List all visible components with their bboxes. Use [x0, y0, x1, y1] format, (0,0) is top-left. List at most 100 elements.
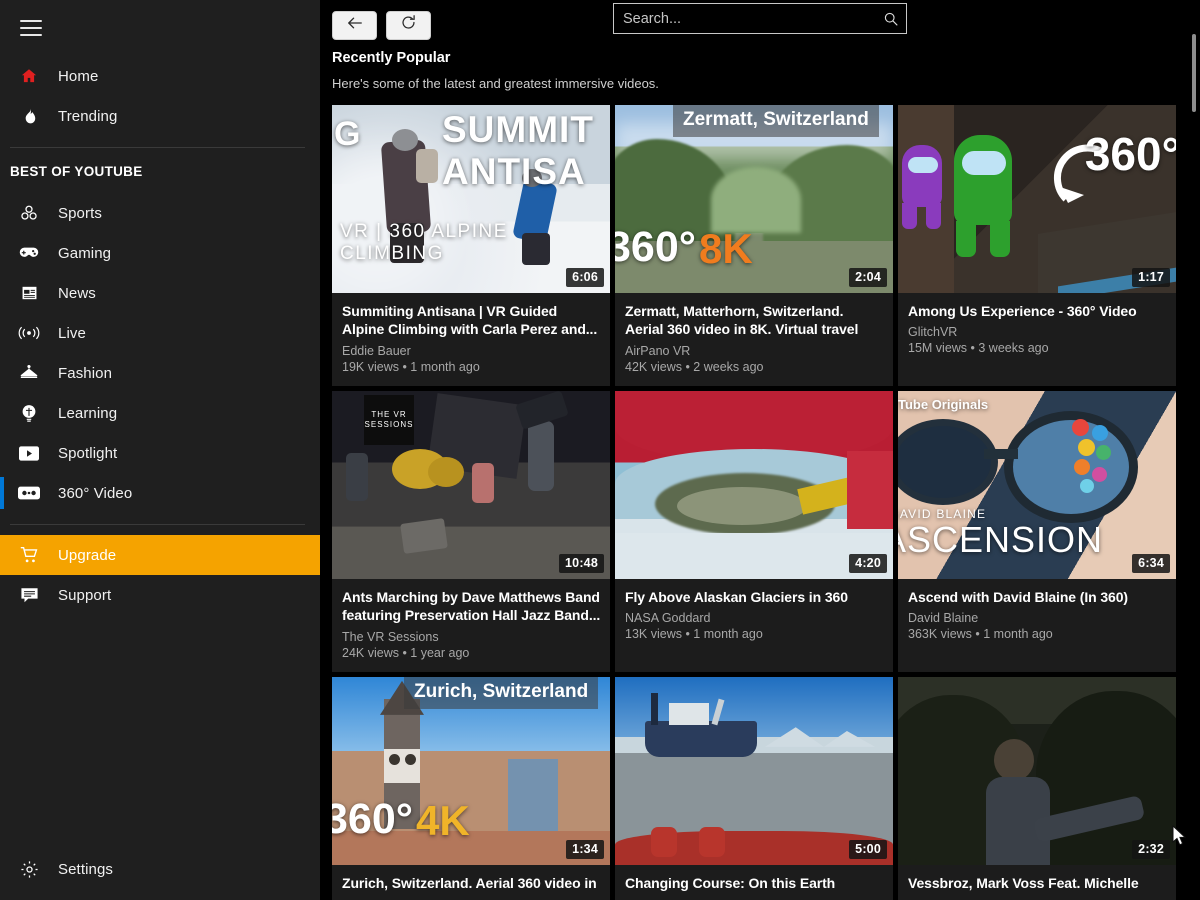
- video-duration: 1:17: [1132, 268, 1170, 287]
- back-button[interactable]: [332, 10, 377, 40]
- cart-icon: [10, 543, 48, 567]
- sidebar: Home Trending BEST OF YOUTUBE Sports Gam…: [0, 0, 320, 900]
- video-thumbnail[interactable]: 5:00: [615, 676, 893, 865]
- video-card[interactable]: 360° 1:17 Among Us Experience - 360° Vid…: [898, 105, 1176, 386]
- sidebar-item-label: Spotlight: [58, 444, 118, 462]
- video-card[interactable]: Zermatt, Switzerland 360° 8K 2:04 Zermat…: [615, 105, 893, 386]
- live-icon: [10, 321, 48, 345]
- flame-icon: [10, 104, 48, 128]
- sports-icon: [10, 201, 48, 225]
- thumbnail-overlay-resolution: 360°: [615, 223, 696, 271]
- thumbnail-overlay-title: SUMMIT: [442, 109, 594, 150]
- video-channel: David Blaine: [908, 611, 979, 626]
- video-channel: The VR Sessions: [342, 629, 439, 644]
- sidebar-item-trending[interactable]: Trending: [0, 96, 320, 136]
- video-thumbnail[interactable]: G SUMMIT ANTISA VR | 360 ALPINE CLIMBING…: [332, 105, 610, 293]
- video-card[interactable]: Zurich, Switzerland 360° 4K 1:34 Zurich,…: [332, 676, 610, 900]
- sidebar-item-fashion[interactable]: Fashion: [0, 353, 320, 393]
- video-meta: Zermatt, Matterhorn, Switzerland. Aerial…: [615, 293, 893, 386]
- sidebar-item-360-video[interactable]: 360° Video: [0, 473, 320, 513]
- video-thumbnail[interactable]: Zermatt, Switzerland 360° 8K 2:04: [615, 105, 893, 293]
- video-meta: Ascend with David Blaine (In 360) David …: [898, 579, 1176, 653]
- sidebar-item-settings[interactable]: Settings: [0, 849, 320, 889]
- sidebar-item-home[interactable]: Home: [0, 56, 320, 96]
- video-title: Vessbroz, Mark Voss Feat. Michelle: [908, 874, 1139, 891]
- sidebar-item-label: Upgrade: [58, 546, 117, 564]
- video-duration: 1:34: [566, 839, 604, 859]
- sidebar-item-learning[interactable]: Learning: [0, 393, 320, 433]
- refresh-button[interactable]: [386, 10, 431, 40]
- toolbar: [320, 0, 1200, 46]
- sidebar-item-label: Trending: [58, 107, 118, 125]
- sidebar-divider-bottom: [10, 524, 305, 525]
- video-thumbnail[interactable]: 360° 1:17: [898, 105, 1176, 293]
- sidebar-item-news[interactable]: News: [0, 273, 320, 313]
- search-input[interactable]: [614, 4, 876, 33]
- page-subtitle: Here's some of the latest and greatest i…: [332, 76, 659, 91]
- video-title: Zermatt, Matterhorn, Switzerland. Aerial…: [625, 303, 859, 338]
- arrow-left-icon: [346, 15, 364, 36]
- video-stats: 24K views • 1 year ago: [342, 645, 470, 660]
- video-meta: Changing Course: On this Earth: [615, 865, 893, 900]
- video-thumbnail[interactable]: Tube Originals DAVID BLAINE ASCENSION 6:…: [898, 390, 1176, 579]
- sidebar-item-label: Fashion: [58, 364, 113, 382]
- video-duration: 2:04: [849, 268, 887, 287]
- hamburger-icon[interactable]: [6, 6, 56, 50]
- video-grid: G SUMMIT ANTISA VR | 360 ALPINE CLIMBING…: [332, 105, 1190, 900]
- video-card[interactable]: 4:20 Fly Above Alaskan Glaciers in 360 N…: [615, 390, 893, 672]
- video-thumbnail[interactable]: THE VR SESSIONS 10:48: [332, 390, 610, 579]
- video-card[interactable]: Tube Originals DAVID BLAINE ASCENSION 6:…: [898, 390, 1176, 672]
- video-meta: Among Us Experience - 360° Video GlitchV…: [898, 293, 1176, 367]
- sidebar-item-label: Settings: [58, 860, 113, 878]
- sidebar-item-live[interactable]: Live: [0, 313, 320, 353]
- sidebar-item-label: Home: [58, 67, 99, 85]
- video-card[interactable]: 2:32 Vessbroz, Mark Voss Feat. Michelle: [898, 676, 1176, 900]
- thumbnail-corner-label: Tube Originals: [898, 396, 989, 412]
- gear-icon: [10, 857, 48, 881]
- search-icon[interactable]: [876, 11, 906, 27]
- video-card[interactable]: G SUMMIT ANTISA VR | 360 ALPINE CLIMBING…: [332, 105, 610, 386]
- video-title: Summiting Antisana | VR Guided Alpine Cl…: [342, 303, 598, 338]
- video-title: Ants Marching by Dave Matthews Band feat…: [342, 588, 601, 624]
- vr-headset-icon: [10, 481, 48, 505]
- video-thumbnail[interactable]: 2:32: [898, 676, 1176, 865]
- sidebar-item-sports[interactable]: Sports: [0, 193, 320, 233]
- thumbnail-art: [615, 390, 893, 579]
- sidebar-item-label: 360° Video: [58, 484, 133, 502]
- thumbnail-overlay-resolution: 360°: [1084, 128, 1176, 180]
- video-thumbnail[interactable]: 4:20: [615, 390, 893, 579]
- mouse-cursor-icon: [1172, 824, 1188, 852]
- thumbnail-banner: Zurich, Switzerland: [404, 676, 599, 709]
- spotlight-icon: [10, 441, 48, 465]
- scrollbar-thumb[interactable]: [1192, 34, 1196, 112]
- video-title: Among Us Experience - 360° Video: [908, 303, 1137, 319]
- video-card[interactable]: THE VR SESSIONS 10:48 Ants Marching by D…: [332, 390, 610, 672]
- sidebar-item-spotlight[interactable]: Spotlight: [0, 433, 320, 473]
- main-content: Recently Popular Here's some of the late…: [320, 0, 1200, 900]
- badge-line-1: THE VR: [371, 410, 407, 420]
- search-bar[interactable]: [613, 3, 907, 34]
- video-stats: 363K views • 1 month ago: [908, 627, 1053, 642]
- sidebar-item-gaming[interactable]: Gaming: [0, 233, 320, 273]
- video-channel: NASA Goddard: [625, 611, 711, 626]
- video-duration: 10:48: [559, 553, 604, 573]
- sidebar-primary-nav: Home Trending: [0, 56, 320, 136]
- vertical-scrollbar[interactable]: [1188, 0, 1200, 900]
- sidebar-item-label: News: [58, 284, 96, 302]
- sidebar-section-heading: BEST OF YOUTUBE: [10, 164, 143, 179]
- video-meta: Fly Above Alaskan Glaciers in 360 NASA G…: [615, 579, 893, 653]
- sidebar-item-upgrade[interactable]: Upgrade: [0, 535, 320, 575]
- video-card[interactable]: 5:00 Changing Course: On this Earth: [615, 676, 893, 900]
- thumbnail-overlay-resolution: 360°: [332, 794, 413, 843]
- video-meta: Zurich, Switzerland. Aerial 360 video in: [332, 865, 610, 900]
- video-stats: 42K views • 2 weeks ago: [625, 359, 764, 374]
- video-title: Zurich, Switzerland. Aerial 360 video in: [342, 874, 597, 891]
- sidebar-item-support[interactable]: Support: [0, 575, 320, 615]
- thumbnail-overlay-side: G: [334, 115, 361, 153]
- sidebar-categories: Sports Gaming News Live Fashion Learning…: [0, 193, 320, 513]
- video-thumbnail[interactable]: Zurich, Switzerland 360° 4K 1:34: [332, 676, 610, 865]
- sidebar-item-label: Gaming: [58, 244, 112, 262]
- sidebar-divider-top: [10, 147, 305, 148]
- sidebar-item-label: Learning: [58, 404, 118, 422]
- video-duration: 2:32: [1132, 839, 1170, 859]
